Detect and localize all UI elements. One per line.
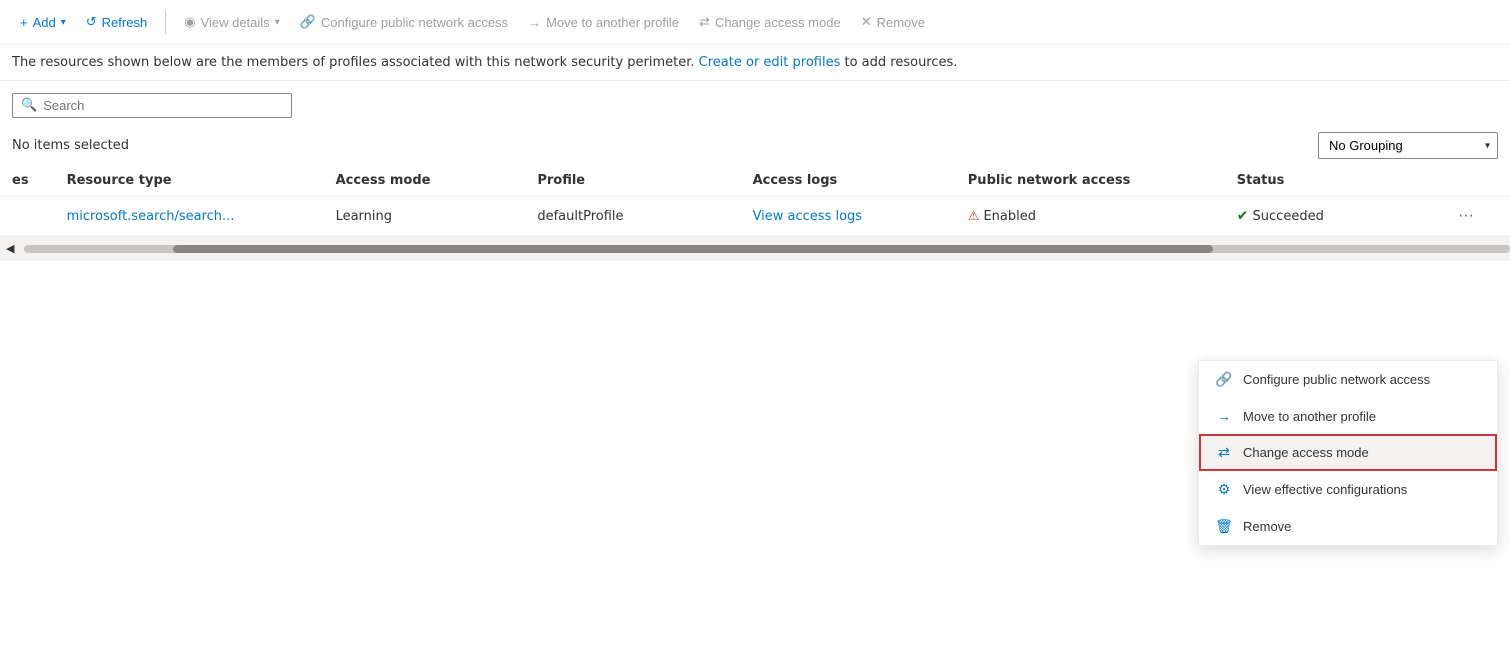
change-access-menu-label: Change access mode	[1243, 445, 1369, 460]
change-access-menu-icon: ⇄	[1215, 444, 1233, 461]
scroll-left-button[interactable]: ◀	[0, 240, 20, 257]
view-effective-menu-icon: ⚙	[1215, 481, 1233, 498]
col-header-es: es	[0, 165, 55, 197]
search-box: 🔍	[12, 93, 292, 118]
info-text-after: to add resources.	[845, 55, 958, 70]
add-button[interactable]: + Add ▾	[12, 9, 74, 36]
view-details-button[interactable]: ◉ View details ▾	[176, 8, 288, 36]
col-header-access-logs: Access logs	[741, 165, 956, 197]
search-icon: 🔍	[21, 98, 37, 113]
context-menu: 🔗 Configure public network access → Move…	[1198, 360, 1498, 546]
scroll-thumb	[173, 245, 1213, 253]
filter-row: 🔍	[0, 81, 1510, 126]
grouping-select-wrapper: No Grouping ▾	[1318, 132, 1498, 159]
change-access-label: Change access mode	[715, 15, 841, 30]
remove-button[interactable]: ✕ Remove	[853, 8, 933, 36]
move-to-profile-menu-label: Move to another profile	[1243, 409, 1376, 424]
row-status: ✔ Succeeded	[1225, 197, 1440, 236]
row-es	[0, 197, 55, 236]
add-chevron-icon: ▾	[61, 17, 66, 28]
configure-public-menu-icon: 🔗	[1215, 371, 1233, 388]
row-more-options: ···	[1440, 197, 1510, 236]
remove-menu-icon: 🗑	[1215, 518, 1233, 535]
info-text-before: The resources shown below are the member…	[12, 55, 695, 70]
table-wrapper: es Resource type Access mode Profile Acc…	[0, 165, 1510, 236]
configure-public-icon: 🔗	[300, 14, 316, 30]
move-to-profile-menu-icon: →	[1215, 408, 1233, 424]
remove-label: Remove	[877, 15, 925, 30]
refresh-icon: ↺	[86, 14, 97, 30]
table-row: microsoft.search/search... Learning defa…	[0, 197, 1510, 236]
col-header-resource-type: Resource type	[55, 165, 324, 197]
change-access-icon: ⇄	[699, 14, 710, 30]
context-configure-public-button[interactable]: 🔗 Configure public network access	[1199, 361, 1497, 398]
configure-public-menu-label: Configure public network access	[1243, 372, 1430, 387]
scrollbar-row: ◀	[0, 236, 1510, 261]
col-header-more	[1440, 165, 1510, 197]
remove-icon: ✕	[861, 14, 872, 30]
row-access-mode: Learning	[324, 197, 526, 236]
move-to-profile-label: Move to another profile	[546, 15, 679, 30]
no-items-label: No items selected	[12, 138, 129, 153]
change-access-button[interactable]: ⇄ Change access mode	[691, 8, 849, 36]
row-access-logs: View access logs	[741, 197, 956, 236]
col-header-public-network-access: Public network access	[956, 165, 1225, 197]
col-header-access-mode: Access mode	[324, 165, 526, 197]
plus-icon: +	[20, 15, 28, 30]
toolbar: + Add ▾ ↺ Refresh ◉ View details ▾ 🔗 Con…	[0, 0, 1510, 45]
col-header-status: Status	[1225, 165, 1440, 197]
table-body: microsoft.search/search... Learning defa…	[0, 197, 1510, 236]
row-public-network-access: ⚠ Enabled	[956, 197, 1225, 236]
refresh-button[interactable]: ↺ Refresh	[78, 8, 155, 36]
context-change-access-button[interactable]: ⇄ Change access mode	[1199, 434, 1497, 471]
more-options-button[interactable]: ···	[1452, 205, 1480, 227]
context-move-to-profile-button[interactable]: → Move to another profile	[1199, 398, 1497, 434]
table-header: es Resource type Access mode Profile Acc…	[0, 165, 1510, 197]
context-remove-button[interactable]: 🗑 Remove	[1199, 508, 1497, 545]
create-edit-profiles-label: Create or edit profiles	[699, 55, 841, 70]
move-icon: →	[528, 15, 541, 30]
info-bar: The resources shown below are the member…	[0, 45, 1510, 81]
resource-type-link[interactable]: microsoft.search/search...	[67, 209, 235, 224]
view-details-label: View details	[201, 15, 270, 30]
resources-table: es Resource type Access mode Profile Acc…	[0, 165, 1510, 236]
scroll-track[interactable]	[24, 245, 1510, 253]
warning-icon: ⚠	[968, 209, 980, 224]
context-view-effective-button[interactable]: ⚙ View effective configurations	[1199, 471, 1497, 508]
status-success-icon: ✔	[1237, 208, 1249, 224]
selection-row: No items selected No Grouping ▾	[0, 126, 1510, 165]
create-edit-profiles-link[interactable]: Create or edit profiles	[699, 55, 845, 70]
view-details-icon: ◉	[184, 14, 195, 30]
row-resource-type: microsoft.search/search...	[55, 197, 324, 236]
view-effective-menu-label: View effective configurations	[1243, 482, 1407, 497]
move-to-profile-button[interactable]: → Move to another profile	[520, 9, 687, 36]
view-access-logs-link[interactable]: View access logs	[753, 209, 863, 224]
view-details-chevron-icon: ▾	[275, 17, 280, 28]
toolbar-divider-1	[165, 10, 166, 34]
search-input[interactable]	[43, 98, 283, 113]
refresh-label: Refresh	[102, 15, 148, 30]
row-profile: defaultProfile	[525, 197, 740, 236]
configure-public-label: Configure public network access	[321, 15, 508, 30]
configure-public-button[interactable]: 🔗 Configure public network access	[292, 8, 516, 36]
col-header-profile: Profile	[525, 165, 740, 197]
grouping-select[interactable]: No Grouping	[1318, 132, 1498, 159]
remove-menu-label: Remove	[1243, 519, 1291, 534]
add-label: Add	[33, 15, 56, 30]
